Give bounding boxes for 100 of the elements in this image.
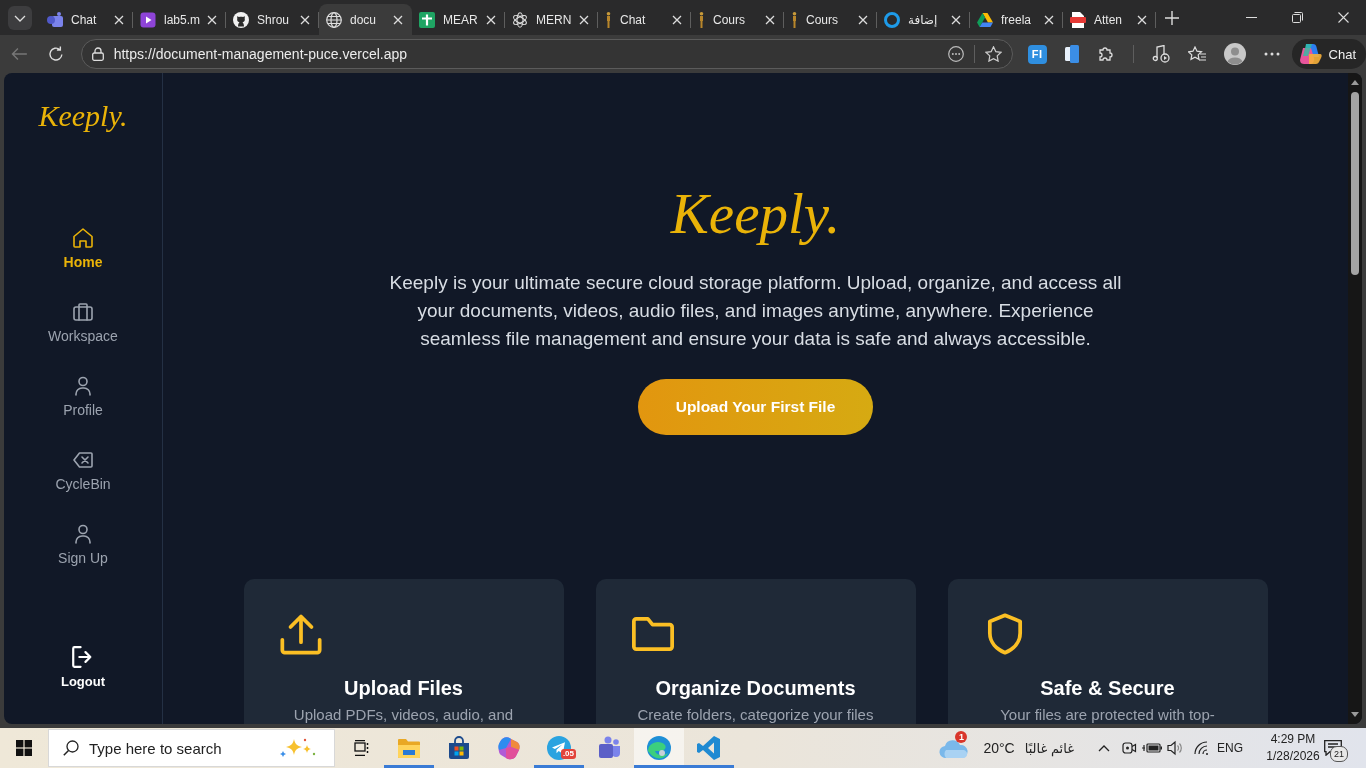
card-description: Your files are protected with top- [999, 706, 1216, 724]
notification-badge: 21 [1330, 746, 1348, 762]
search-input[interactable]: Type here to search [89, 739, 270, 757]
scroll-up-icon[interactable] [1351, 80, 1359, 85]
home-icon [73, 228, 93, 248]
more-icon[interactable] [1263, 52, 1280, 56]
battery-icon[interactable] [1142, 742, 1162, 754]
nav-item[interactable]: Sign Up [58, 524, 108, 567]
browser-tab[interactable]: Cours [691, 4, 784, 35]
close-icon[interactable] [393, 14, 403, 25]
figure-icon [698, 11, 705, 28]
browser-tab[interactable]: Shrou [226, 4, 319, 35]
nav-item[interactable]: CycleBin [55, 450, 111, 493]
browser-tab[interactable]: MEAR [412, 4, 505, 35]
wifi-icon[interactable] [1194, 741, 1210, 755]
scrollbar-thumb[interactable] [1351, 92, 1359, 275]
taskbar-app[interactable]: .05 [534, 728, 584, 768]
music-icon[interactable] [1151, 45, 1170, 63]
task-view-icon[interactable] [352, 740, 370, 756]
close-icon[interactable] [1137, 14, 1147, 25]
scrollbar[interactable] [1348, 73, 1362, 724]
folder-icon [397, 736, 421, 760]
temperature[interactable]: 20°C [983, 740, 1015, 756]
reload-icon[interactable] [47, 46, 64, 62]
close-icon[interactable] [1044, 14, 1054, 25]
weather-condition[interactable]: غائم غالبًا [1024, 740, 1074, 756]
chevron-down-icon [14, 14, 26, 22]
close-icon[interactable] [579, 14, 589, 25]
close-icon[interactable] [207, 14, 217, 25]
close-icon[interactable] [486, 14, 496, 25]
nav-item[interactable]: Workspace [48, 302, 118, 345]
clock-date[interactable]: 1/28/2026 [1266, 748, 1320, 765]
browser-tab[interactable]: Atten [1063, 4, 1156, 35]
notification-badge: 1 [955, 731, 968, 743]
more-icon[interactable] [947, 46, 964, 62]
close-icon[interactable] [951, 14, 961, 25]
figure-icon [791, 11, 798, 28]
search-field[interactable]: Type here to search [48, 729, 335, 767]
message-icon[interactable] [1324, 740, 1342, 756]
ring-icon [884, 11, 900, 28]
browser-tab[interactable]: إضافة [877, 4, 970, 35]
close-icon[interactable] [300, 14, 310, 25]
play-icon [140, 11, 156, 28]
cross-tile-icon [419, 11, 435, 28]
backspace-icon [73, 450, 93, 470]
browser-tab[interactable]: Cours [784, 4, 877, 35]
cat-icon [233, 11, 249, 28]
puzzle-icon[interactable] [1096, 45, 1115, 63]
swirl-icon [647, 736, 671, 760]
close-icon[interactable] [672, 14, 682, 25]
shopping-bag-icon [447, 736, 471, 760]
hero-description: Keeply is your ultimate secure cloud storage platform. Upload, organize, and access all your documents, videos, audio files, and images anytime, anywhere. Experience seamless file management and ensure your data is safe and always accessible. [388, 271, 1123, 351]
card-title: Upload Files [343, 676, 464, 701]
browser-tab[interactable]: Chat [598, 4, 691, 35]
browser-tab[interactable]: freela [970, 4, 1063, 35]
browser-tab[interactable]: MERN [505, 4, 598, 35]
close-icon[interactable] [1337, 12, 1349, 23]
plus-icon[interactable] [1165, 10, 1179, 25]
language-indicator[interactable]: ENG [1217, 741, 1243, 755]
pages-icon[interactable] [1064, 45, 1079, 63]
close-icon[interactable] [765, 14, 775, 25]
speaker-icon[interactable] [1167, 740, 1183, 756]
nav-item[interactable]: Profile [63, 376, 103, 419]
triangle-icon [977, 11, 993, 28]
minimize-icon[interactable] [1245, 17, 1257, 18]
search-icon [63, 740, 79, 756]
people-icon [47, 11, 63, 28]
browser-tab[interactable]: docu [319, 4, 412, 35]
camera-icon[interactable] [1121, 740, 1137, 756]
chevron-up-icon[interactable] [1098, 744, 1110, 752]
tab-actions-button[interactable] [8, 6, 32, 30]
card-title: Organize Documents [654, 676, 857, 701]
address-bar[interactable]: https://document-management-puce.vercel.app [80, 39, 1013, 69]
logo[interactable]: Keeply. [38, 98, 128, 134]
favorites-icon[interactable] [1187, 46, 1206, 62]
taskbar-app[interactable] [634, 728, 684, 768]
blob-icon [497, 736, 521, 760]
swirl-icon [1299, 44, 1322, 64]
nav-item[interactable]: Home [63, 228, 103, 271]
chat-button[interactable]: Chat [1291, 39, 1366, 69]
avatar-icon[interactable] [1223, 43, 1246, 65]
browser-tab[interactable]: lab5.m [133, 4, 226, 35]
clock-time[interactable]: 4:29 PM [1270, 731, 1316, 748]
restore-icon[interactable] [1291, 12, 1303, 23]
close-icon[interactable] [858, 14, 868, 25]
user-icon [73, 376, 93, 396]
people-icon [597, 736, 621, 760]
star-icon[interactable] [984, 46, 1002, 62]
close-icon[interactable] [114, 14, 124, 25]
scroll-down-icon[interactable] [1351, 712, 1359, 717]
logout-button[interactable]: Logout [60, 646, 105, 690]
cloud-icon[interactable] [939, 738, 970, 758]
card-description: Create folders, categorize your files [636, 706, 875, 724]
figure-icon [605, 11, 612, 28]
knot-icon [512, 11, 528, 28]
upload-icon [279, 613, 322, 655]
card-description: Upload PDFs, videos, audio, and [292, 706, 515, 724]
start-icon[interactable] [16, 740, 32, 756]
browser-tab[interactable]: Chat [40, 4, 133, 35]
sparkle-icon [280, 738, 316, 758]
